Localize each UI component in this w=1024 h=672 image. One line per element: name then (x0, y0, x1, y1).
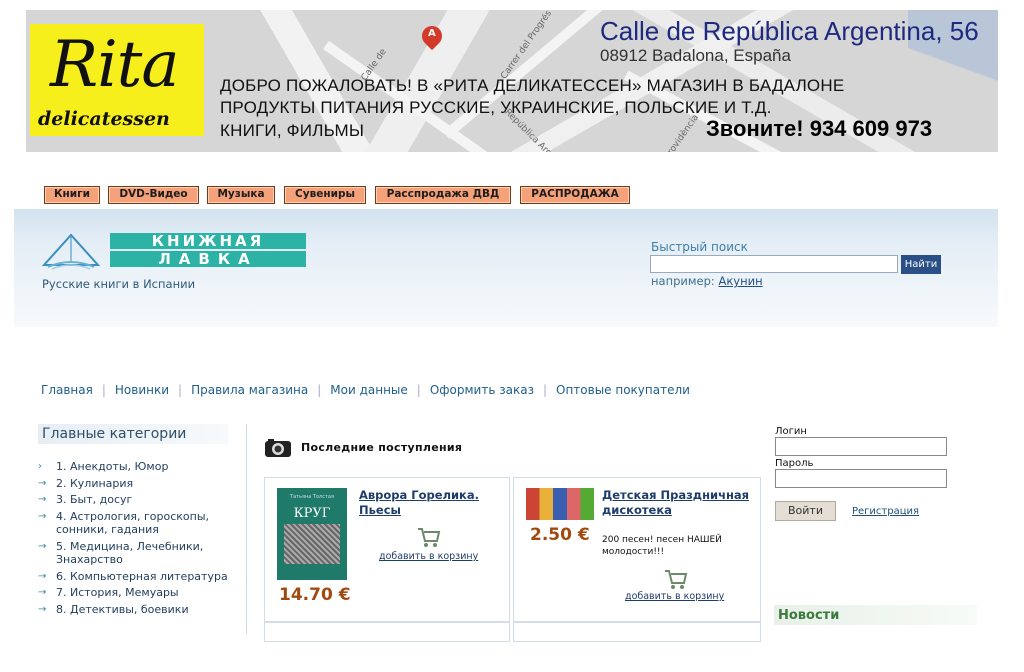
add-to-cart-link[interactable]: добавить в корзину (625, 591, 724, 602)
arrow-right-icon: → (38, 540, 47, 552)
arrow-right-icon: → (38, 570, 47, 582)
category-item[interactable]: → 7. История, Мемуары (38, 586, 238, 600)
book-cover-author: Татьяна Толстая (290, 494, 334, 500)
quick-search-label: Быстрый поиск (651, 240, 748, 254)
login-label: Логин (775, 426, 807, 437)
category-item[interactable]: → 8. Детективы, боевики (38, 603, 238, 617)
cart-icon[interactable] (664, 568, 688, 590)
tab-books[interactable]: Книги (44, 186, 100, 204)
welcome-line: КНИГИ, ФИЛЬМЫ (220, 121, 365, 140)
category-label: 7. История, Мемуары (56, 586, 179, 599)
category-label: 6. Компьютерная литература (56, 569, 228, 583)
nav-my-data[interactable]: Мои данные (330, 383, 408, 397)
password-input[interactable] (775, 469, 947, 488)
product-card: 2.50 € Детская Праздничная дискотека 200… (513, 477, 761, 622)
nav-separator: | (178, 383, 183, 397)
rita-logo[interactable]: Rita delicatessen (30, 24, 204, 136)
book-cover[interactable]: Татьяна Толстая КРУГ (277, 488, 347, 580)
logo-sub-text: delicatessen (38, 108, 170, 130)
arrow-right-icon: → (38, 603, 47, 615)
book-cover-art (284, 524, 340, 564)
product-card (264, 622, 510, 642)
site-subtitle: Русские книги в Испании (42, 277, 196, 291)
arrow-right-icon: → (38, 587, 47, 598)
category-label: 3. Быт, досуг (56, 493, 133, 506)
search-example-prefix: например: (651, 274, 719, 288)
store-banner: Carrer del Progrés República Arg.. Calle… (26, 10, 998, 152)
tab-dvd-video[interactable]: DVD-Видео (108, 186, 199, 204)
welcome-line: ПРОДУКТЫ ПИТАНИЯ РУССКИЕ, УКРАИНСКИЕ, ПО… (220, 98, 772, 117)
nav-separator: | (416, 383, 421, 397)
nav-separator: | (317, 383, 322, 397)
address-line-1: Calle de República Argentina, 56 (600, 16, 979, 46)
product-price: 2.50 € (530, 525, 590, 545)
news-title: Новости (774, 605, 977, 625)
login-button[interactable]: Войти (775, 501, 836, 521)
main-nav: Главная | Новинки | Правила магазина | Мои дан… (41, 383, 690, 397)
category-item[interactable]: → 4. Астрология, гороскопы, сонники, гада… (38, 510, 238, 537)
arrow-right-icon: › (38, 461, 42, 472)
search-example-link[interactable]: Акунин (718, 274, 762, 288)
book-cover-title: КРУГ (293, 506, 331, 521)
arrow-right-icon: → (38, 494, 47, 505)
login-input[interactable] (775, 437, 947, 456)
category-item[interactable]: › 1. Анекдоты, Юмор (38, 460, 238, 474)
product-card (513, 622, 761, 642)
category-label: 1. Анекдоты, Юмор (56, 460, 169, 473)
nav-checkout[interactable]: Оформить заказ (430, 383, 534, 397)
search-example: например: Акунин (651, 274, 763, 288)
category-label: 2. Кулинария (56, 476, 134, 490)
product-price: 14.70 € (279, 585, 351, 605)
product-card: Татьяна Толстая КРУГ Аврора Горелика. Пь… (264, 477, 510, 622)
column-divider (246, 424, 247, 634)
nav-home[interactable]: Главная (41, 383, 93, 397)
category-item[interactable]: → 5. Медицина, Лечебники, Знахарство (38, 540, 238, 567)
arrow-right-icon: → (38, 477, 47, 489)
welcome-line: ДОБРО ПОЖАЛОВАТЬ! В «РИТА ДЕЛИКАТЕССЕН» … (220, 76, 845, 95)
categories-title: Главные категории (38, 424, 228, 444)
product-title-link[interactable]: Детская Праздничная дискотека (602, 488, 752, 518)
tab-dvd-sale[interactable]: Расспродажа ДВД (375, 186, 511, 204)
tab-souvenirs[interactable]: Сувениры (284, 186, 366, 204)
add-to-cart-link[interactable]: добавить в корзину (379, 551, 478, 562)
nav-separator: | (101, 383, 106, 397)
product-image[interactable] (526, 488, 594, 520)
tab-sale[interactable]: РАСПРОДАЖА (520, 186, 630, 204)
nav-wholesale[interactable]: Оптовые покупатели (556, 383, 690, 397)
logo-line-1: КНИЖНАЯ (110, 233, 306, 249)
register-link[interactable]: Регистрация (852, 506, 919, 517)
arrow-right-icon: → (38, 510, 47, 522)
map-pin-letter: A (428, 28, 436, 39)
product-description: 200 песен! песен НАШЕЙ молодости!!! (602, 535, 722, 557)
category-item[interactable]: → 2. Кулинария (38, 477, 238, 491)
logo-main-text: Rita (50, 28, 180, 102)
nav-separator: | (542, 383, 547, 397)
quick-search-input[interactable] (650, 255, 898, 273)
address-line-2: 08912 Badalona, España (600, 46, 791, 65)
category-label: 5. Медицина, Лечебники, Знахарство (56, 539, 204, 567)
category-label: 8. Детективы, боевики (56, 602, 189, 616)
cart-icon[interactable] (417, 526, 441, 548)
category-label: 4. Астрология, гороскопы, сонники, гадан… (56, 509, 210, 537)
category-item[interactable]: → 6. Компьютерная литература (38, 570, 238, 584)
phone-number: Звоните! 934 609 973 (706, 116, 933, 141)
latest-arrivals-title: Последние поступления (301, 441, 463, 454)
site-header: КНИЖНАЯ ЛАВКА Русские книги в Испании Бы… (14, 209, 998, 327)
categories-list: › 1. Анекдоты, Юмор → 2. Кулинария → 3. Быт… (38, 460, 238, 619)
logo-line-2: ЛАВКА (110, 251, 306, 267)
tab-music[interactable]: Музыка (207, 186, 275, 204)
product-title-link[interactable]: Аврора Горелика. Пьесы (359, 488, 499, 518)
password-label: Пароль (775, 458, 814, 469)
nav-rules[interactable]: Правила магазина (191, 383, 308, 397)
nav-new[interactable]: Новинки (115, 383, 169, 397)
category-item[interactable]: → 3. Быт, досуг (38, 493, 238, 507)
book-icon (42, 233, 100, 270)
camera-icon (265, 439, 291, 457)
search-button[interactable]: Найти (901, 255, 941, 274)
